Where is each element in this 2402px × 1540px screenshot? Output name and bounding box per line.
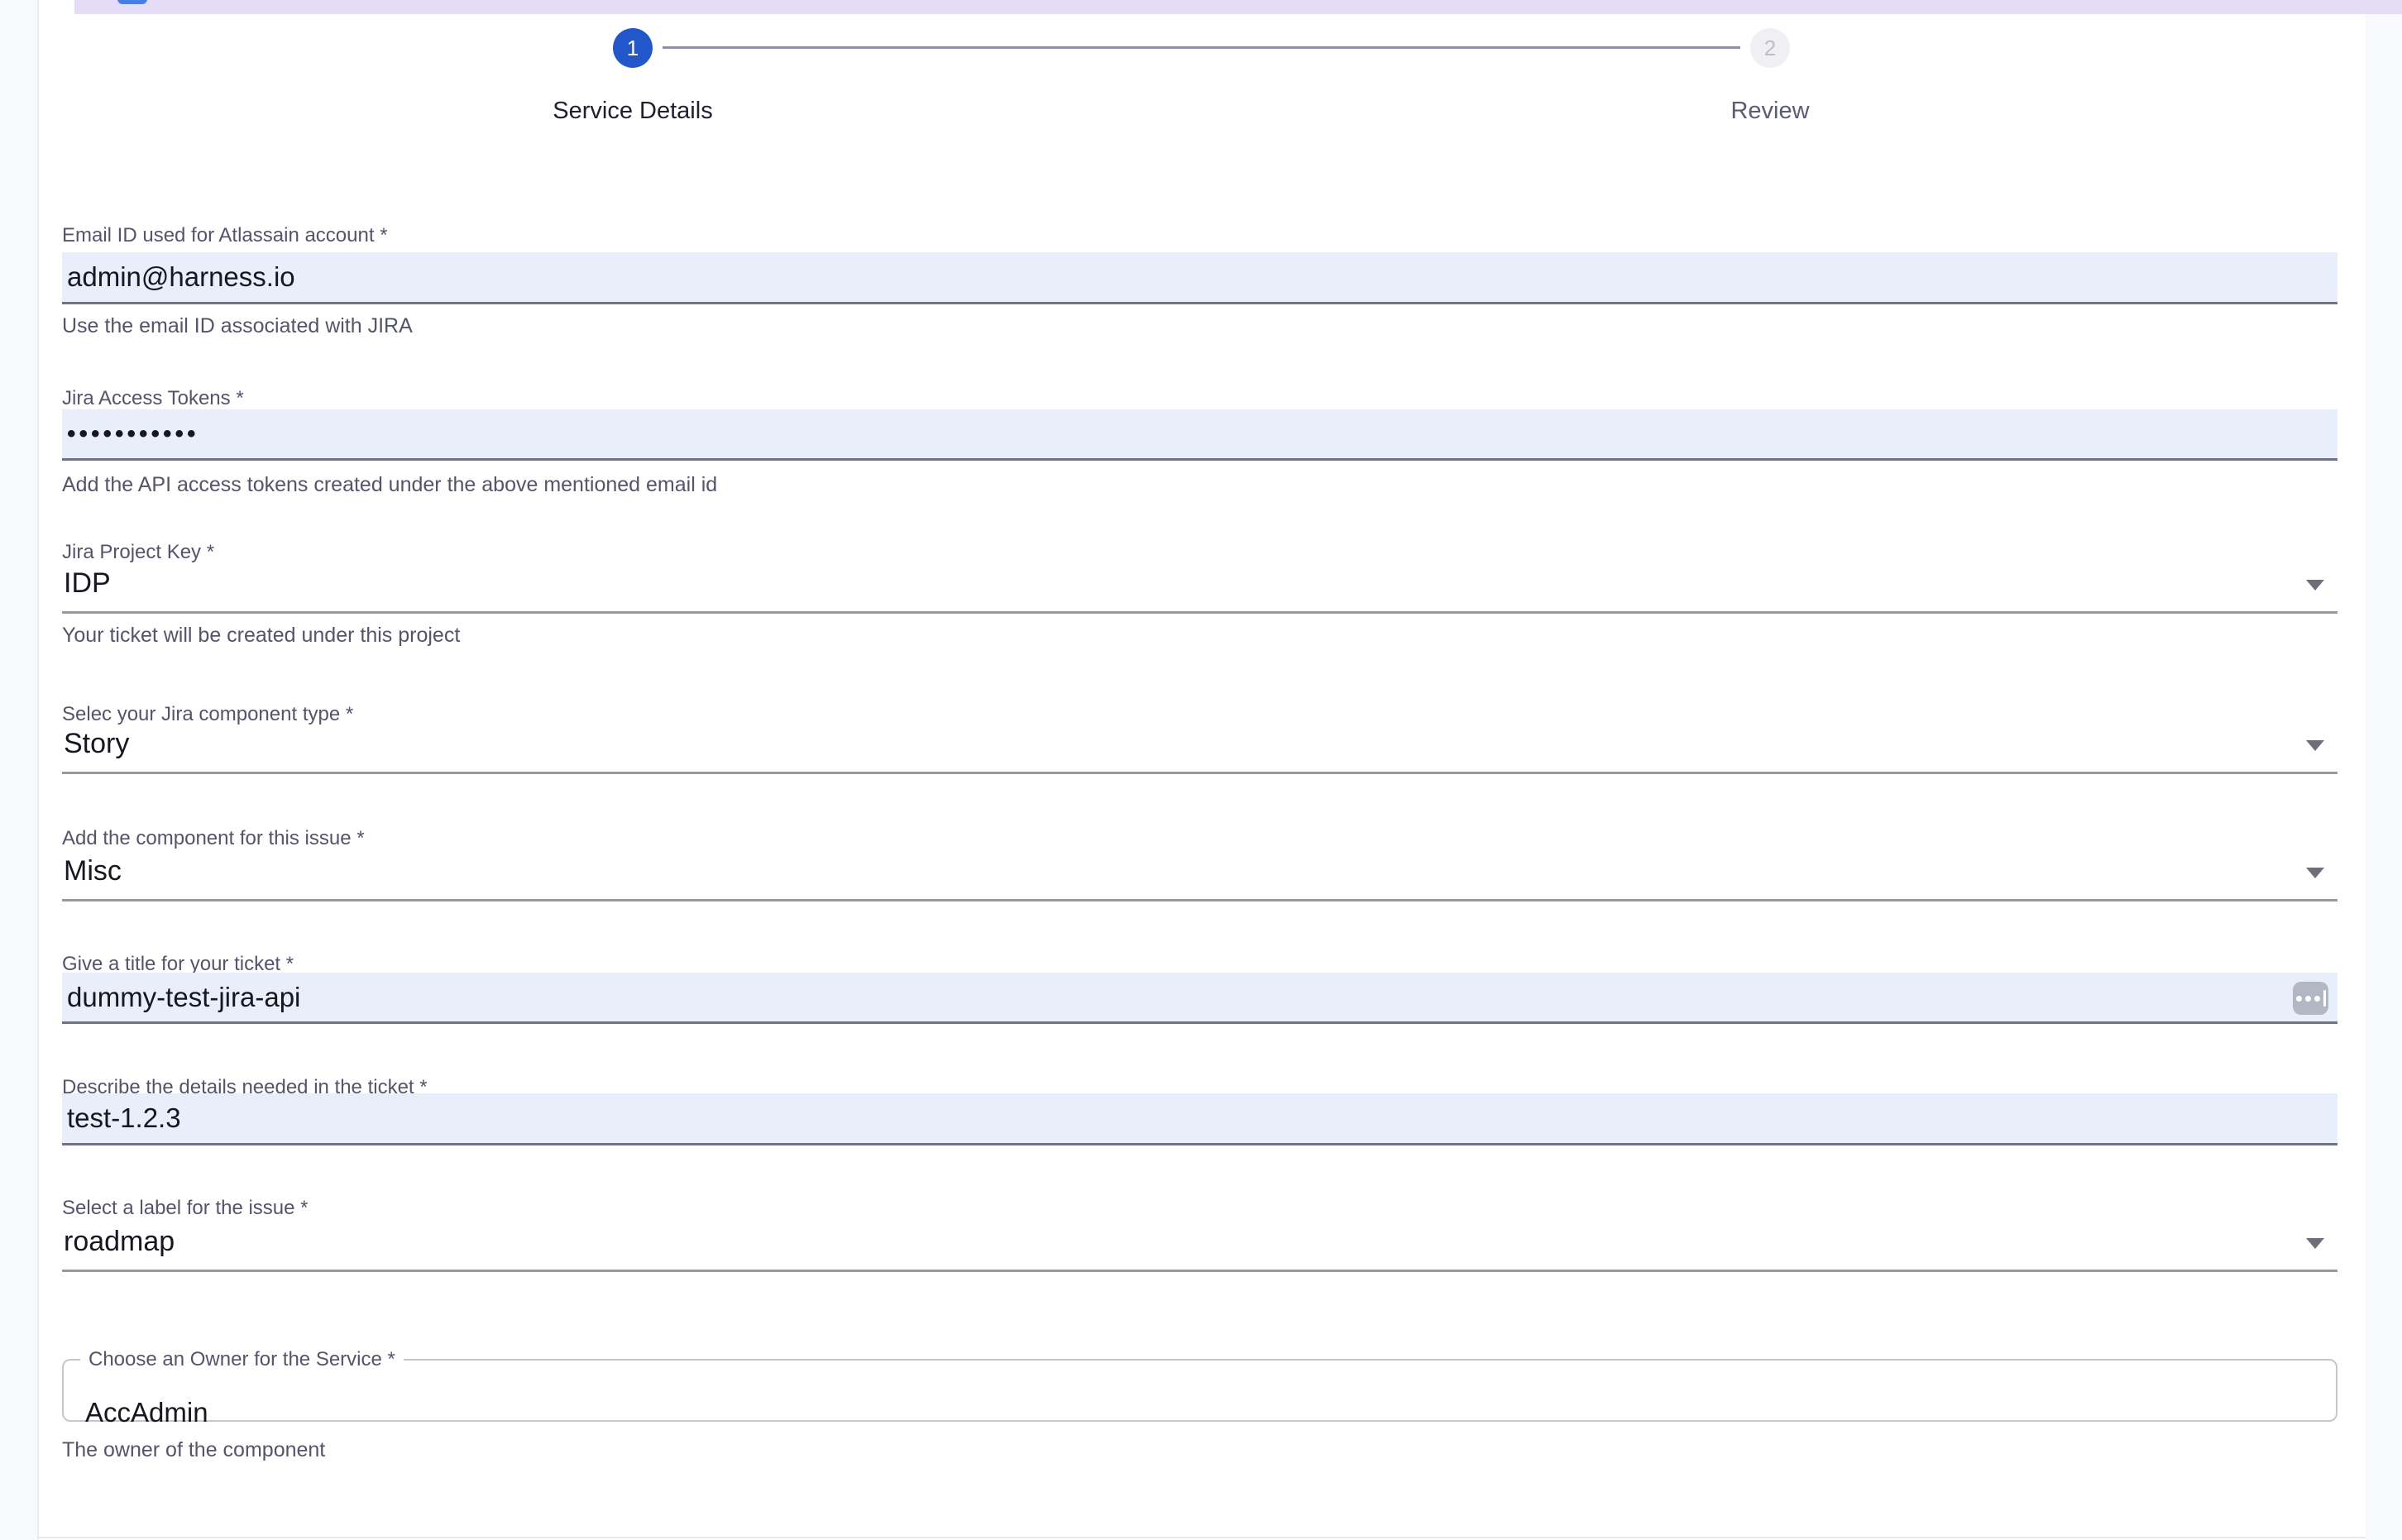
project-key-value: IDP (62, 567, 111, 600)
chevron-down-icon[interactable] (2306, 740, 2324, 751)
component-type-select[interactable]: Story (62, 716, 2337, 774)
tokens-input[interactable] (62, 409, 2337, 461)
email-label: Email ID used for Atlassain account * (62, 223, 2337, 248)
project-key-select[interactable]: IDP (62, 556, 2337, 614)
autofill-icon[interactable] (2293, 982, 2328, 1015)
field-ticket-title: Give a title for your ticket * (62, 952, 2337, 1024)
field-ticket-description: Describe the details needed in the ticke… (62, 1075, 2337, 1145)
field-email: Email ID used for Atlassain account * Us… (62, 223, 2337, 339)
top-banner (74, 0, 2402, 14)
wizard-stepper: 1 2 Service Details Review (0, 0, 2402, 141)
service-owner-value[interactable]: AccAdmin (85, 1396, 208, 1429)
step-connector-line (663, 46, 1740, 49)
chevron-down-icon[interactable] (2306, 580, 2324, 591)
ticket-title-input[interactable] (62, 973, 2337, 1024)
field-issue-component: Add the component for this issue * Misc (62, 826, 2337, 902)
field-jira-component-type: Selec your Jira component type * Story (62, 702, 2337, 774)
ticket-description-input[interactable] (62, 1093, 2337, 1145)
autofill-dot (2314, 996, 2320, 1002)
step-2-indicator: 2 (1750, 28, 1790, 68)
service-details-form: Email ID used for Atlassain account * Us… (62, 0, 2337, 1540)
field-service-owner[interactable]: Choose an Owner for the Service * AccAdm… (62, 1348, 2337, 1422)
autofill-caret (2323, 990, 2326, 1007)
chevron-down-icon[interactable] (2306, 868, 2324, 878)
email-input[interactable] (62, 252, 2337, 304)
issue-component-select[interactable]: Misc (62, 844, 2337, 902)
field-jira-access-tokens: Jira Access Tokens * Add the API access … (62, 386, 2337, 498)
field-jira-project-key: Jira Project Key * IDP Your ticket will … (62, 540, 2337, 648)
step-2-label: Review (1605, 98, 1935, 125)
service-owner-helper: The owner of the component (62, 1437, 325, 1463)
tokens-helper: Add the API access tokens created under … (62, 472, 2337, 498)
service-owner-label: Choose an Owner for the Service * (80, 1348, 404, 1371)
field-issue-label: Select a label for the issue * roadmap (62, 1196, 2337, 1272)
email-helper: Use the email ID associated with JIRA (62, 313, 2337, 339)
autofill-dot (2305, 996, 2311, 1002)
component-type-value: Story (62, 728, 129, 760)
banner-logo-icon (117, 0, 147, 4)
issue-label-value: roadmap (62, 1226, 175, 1258)
tokens-label: Jira Access Tokens * (62, 386, 2337, 411)
chevron-down-icon[interactable] (2306, 1238, 2324, 1249)
project-key-helper: Your ticket will be created under this p… (62, 623, 2337, 648)
step-1-label: Service Details (467, 98, 798, 125)
issue-label-select[interactable]: roadmap (62, 1214, 2337, 1272)
step-1-indicator: 1 (613, 28, 653, 68)
autofill-dot (2296, 996, 2302, 1002)
issue-component-value: Misc (62, 855, 122, 887)
